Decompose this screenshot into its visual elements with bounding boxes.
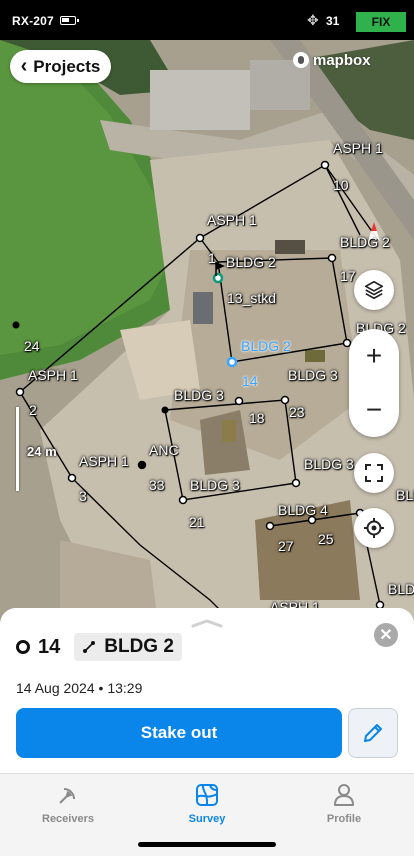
tab-survey[interactable]: Survey [157,782,257,825]
locate-me-button[interactable] [354,508,394,548]
satellite-icon: ✥ [307,12,319,28]
map-point-number: 10 [333,177,349,193]
mapbox-logo-icon [293,52,309,68]
back-to-projects-button[interactable]: ‹ Projects [10,50,111,83]
map-code-label: ANC [149,442,179,458]
edit-point-button[interactable] [348,708,398,758]
mapbox-attribution[interactable]: mapbox [293,50,371,70]
receiver-icon [59,788,75,804]
map-code-label: ASPH 1 [79,453,129,469]
map-point-number: 23 [289,404,305,420]
sheet-handle-icon[interactable] [191,618,223,628]
tab-label: Profile [326,813,362,825]
map-code-label: ASPH 1 [333,140,383,156]
close-sheet-button[interactable]: ✕ [374,623,398,647]
scale-bar [16,407,19,491]
crosshair-location-icon [364,518,384,538]
zoom-controls: + − [349,329,399,437]
battery-icon [60,16,79,25]
point-marker-icon [16,640,30,654]
map-code-label: BLDG 4 [396,487,414,503]
map-point-number: 27 [278,538,294,554]
map-point-number: 18 [249,410,265,426]
map-code-label: BLDG 3 [190,477,240,493]
point-code: BLDG 2 [104,636,174,657]
map-point-number: 2 [29,402,37,418]
person-icon [334,784,354,806]
map-point-number: 33 [149,477,165,493]
compass-icon[interactable] [360,219,388,247]
point-timestamp: 14 Aug 2024 • 13:29 [16,680,143,696]
map-code-label: BLDG 3 [174,387,224,403]
map-code-label: BLD [388,581,414,597]
fullscreen-icon [365,464,383,482]
map-code-label: BLDG 3 [304,456,354,472]
map-point-number: 25 [318,531,334,547]
map-point-number: 21 [189,514,205,530]
selected-point-code-label: BLDG 2 [241,338,291,354]
tab-profile[interactable]: Profile [294,782,394,825]
receiver-name: RX-207 [12,14,54,28]
tab-label: Survey [188,813,226,825]
pencil-icon [364,724,382,742]
map-point-number: 1 [208,250,216,266]
zoom-out-button[interactable]: − [349,383,399,437]
map-point-number: 24 [24,338,40,354]
zoom-in-button[interactable]: + [349,329,399,383]
map-code-label: ASPH 1 [207,212,257,228]
survey-map-icon [196,784,218,806]
scale-label: 24 m [27,444,57,459]
map-layers-button[interactable] [354,270,394,310]
map-code-label: ASPH 1 [28,367,78,383]
satellite-count: 31 [326,14,340,28]
map-point-number: 17 [340,268,356,284]
point-number: 14 [38,635,61,658]
stake-out-button[interactable]: Stake out [16,708,342,758]
status-bar: RX-207 ✥ 31 FIX [0,0,414,42]
home-indicator [138,842,276,847]
layers-icon [364,280,384,300]
selected-point-number: 14 [242,373,258,389]
tab-receivers[interactable]: Receivers [18,782,118,825]
tab-label: Receivers [42,813,94,825]
point-code-chip: BLDG 2 [74,633,182,661]
map-code-label: BLDG 4 [278,502,328,518]
map-point-number: 3 [79,488,87,504]
line-code-icon [83,641,96,653]
map-code-label: BLDG 2 [226,254,276,270]
point-header: 14 BLDG 2 [16,633,182,661]
fit-extent-button[interactable] [354,453,394,493]
mapbox-wordmark: mapbox [313,51,371,69]
map-code-label: 13_stkd [227,290,277,306]
map-code-label: BLDG 3 [288,367,338,383]
fix-status-badge: FIX [356,12,406,32]
chevron-left-icon: ‹ [20,54,28,77]
back-button-label: Projects [33,56,101,76]
